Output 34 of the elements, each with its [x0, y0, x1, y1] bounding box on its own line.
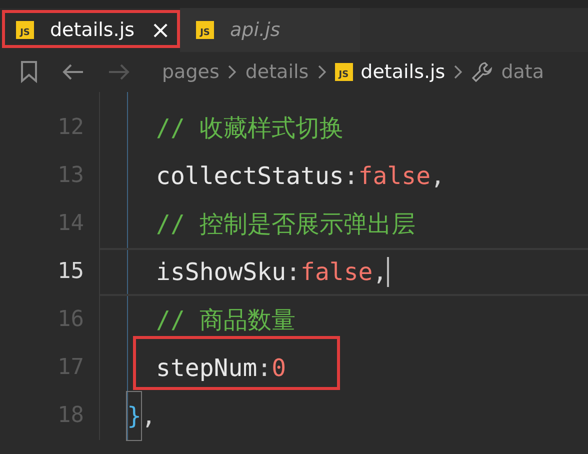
chevron-icon [453, 64, 464, 80]
code-token: stepNum [156, 353, 258, 384]
code-token: } [127, 392, 142, 440]
line-number: 15 [56, 258, 84, 286]
breadcrumb-item[interactable]: data [501, 58, 544, 86]
chevron-icon [316, 64, 327, 80]
code-token: , [372, 257, 388, 288]
back-arrow-icon[interactable] [62, 63, 84, 81]
wrench-icon [471, 61, 494, 83]
code-token: false [300, 257, 373, 288]
chevron-icon [227, 64, 238, 80]
code-token: false [358, 161, 431, 192]
code-token: : [286, 257, 300, 288]
code-token: : [257, 353, 272, 384]
breadcrumb-item[interactable]: details.js [360, 58, 446, 86]
code-comment: // 商品数量 [156, 305, 296, 336]
code-token: isShowSku [156, 257, 286, 288]
text-cursor [387, 257, 390, 287]
code-token: , [141, 401, 156, 432]
js-file-icon: JS [16, 21, 34, 39]
code-token: collectStatus [156, 161, 344, 192]
breadcrumb-item[interactable]: pages [162, 58, 220, 86]
editor-tab[interactable]: JS details.js × [0, 8, 180, 52]
js-file-icon: JS [334, 63, 353, 81]
breadcrumb-item[interactable]: details [245, 58, 309, 86]
js-file-icon: JS [196, 21, 214, 39]
code-comment: // 控制是否展示弹出层 [156, 209, 416, 240]
code-token: : [344, 161, 358, 192]
code-comment: // 收藏样式切换 [156, 113, 344, 144]
code-token: , [430, 161, 445, 192]
code-token: 0 [272, 353, 286, 384]
editor-tab[interactable]: JS api.js [180, 8, 360, 52]
close-icon[interactable]: × [150, 18, 171, 42]
bookmark-icon[interactable] [20, 61, 38, 83]
